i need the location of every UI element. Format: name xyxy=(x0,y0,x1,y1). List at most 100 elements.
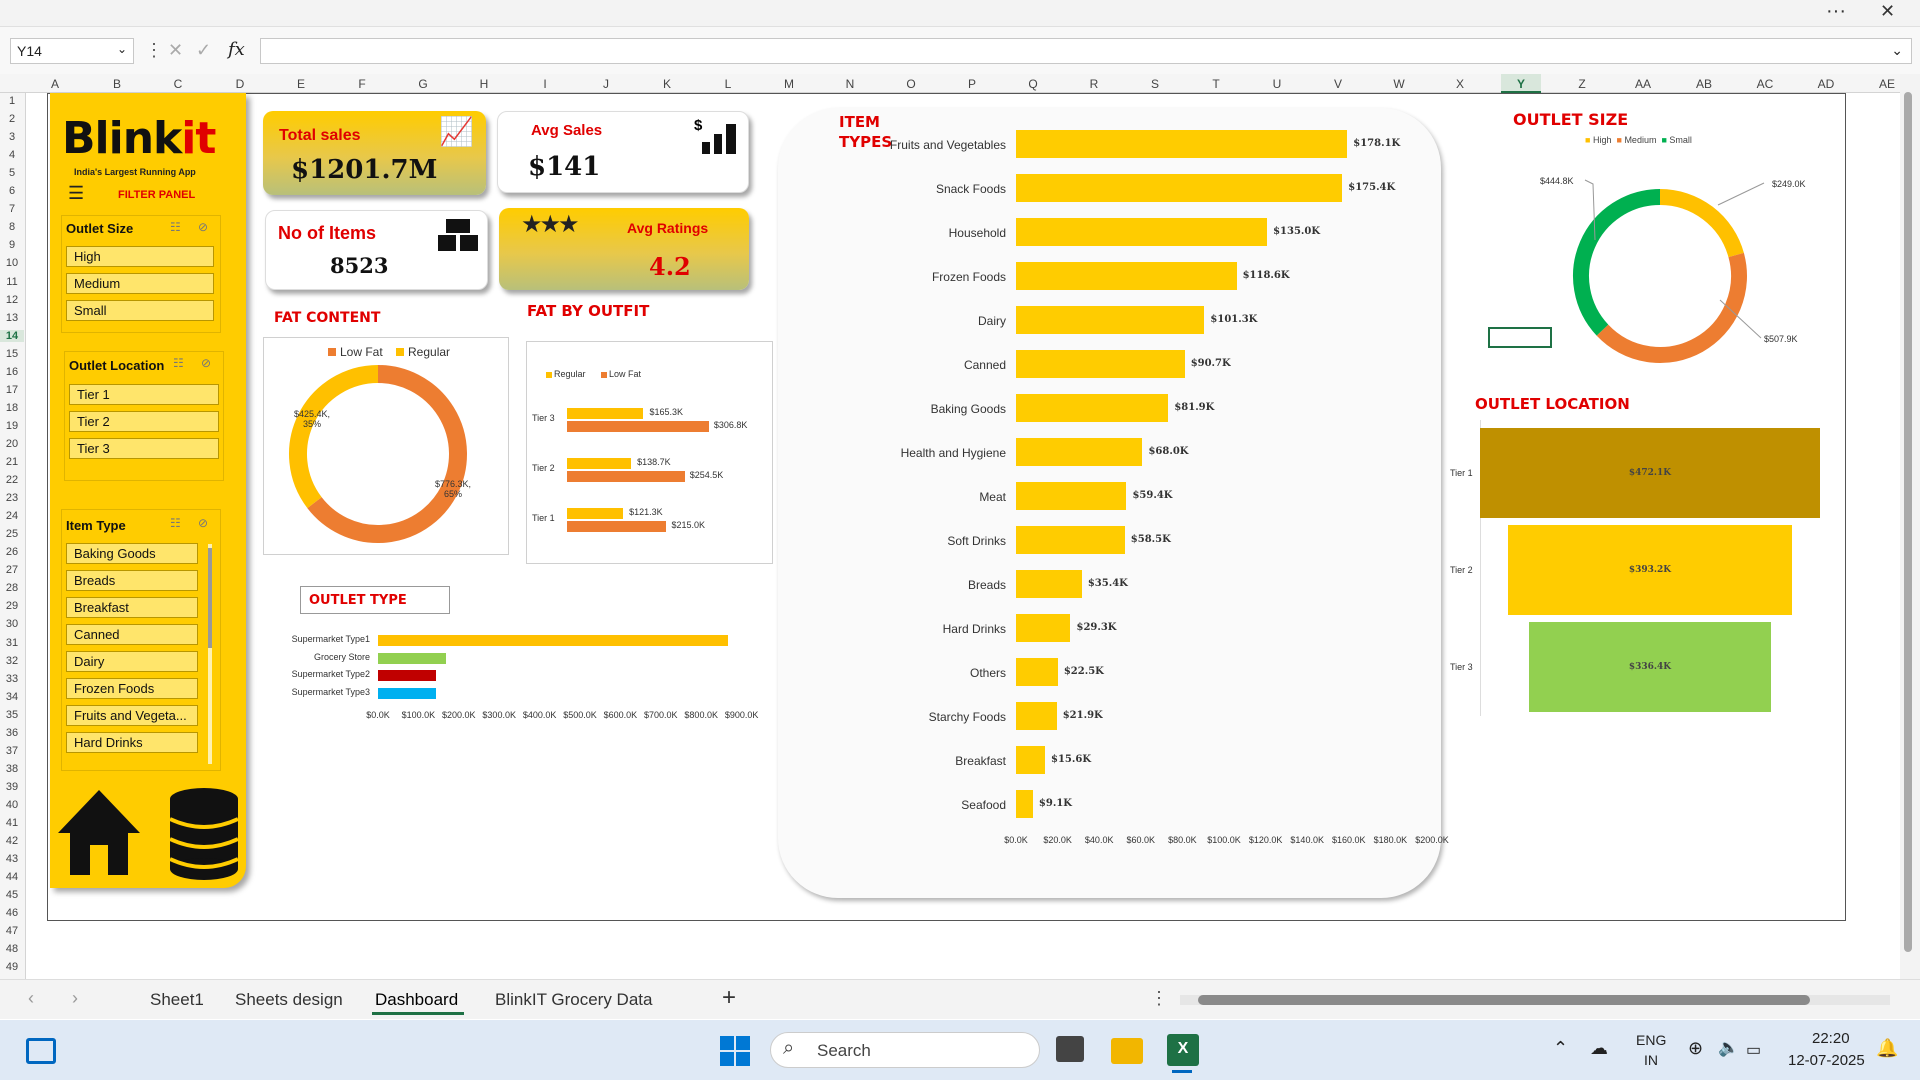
globe-icon[interactable]: ⊕ xyxy=(1688,1038,1703,1059)
cancel-icon[interactable]: ✕ xyxy=(168,40,183,61)
row-header: 10 xyxy=(5,257,19,270)
clock-time[interactable]: 22:20 xyxy=(1812,1030,1850,1047)
kebab-icon[interactable]: ⋮ xyxy=(145,40,163,61)
fat-content-donut xyxy=(289,365,467,543)
add-sheet-icon[interactable]: + xyxy=(722,984,736,1012)
network-cloud-icon[interactable]: ☁ xyxy=(1590,1038,1608,1059)
close-icon[interactable]: ✕ xyxy=(1880,1,1895,22)
category-label: Tier 2 xyxy=(1450,565,1473,575)
slicer-item[interactable]: Baking Goods xyxy=(66,543,198,564)
check-icon[interactable]: ✓ xyxy=(196,40,211,61)
category-label: Supermarket Type3 xyxy=(291,686,370,697)
slicer-item[interactable]: Hard Drinks xyxy=(66,732,198,753)
home-icon[interactable] xyxy=(54,785,144,881)
category-label: Breads xyxy=(967,578,1006,592)
language-code[interactable]: ENG xyxy=(1636,1032,1666,1048)
vertical-scrollbar[interactable] xyxy=(1900,74,1920,979)
slicer-item[interactable]: Breakfast xyxy=(66,597,198,618)
battery-icon[interactable]: ▭ xyxy=(1746,1040,1761,1060)
legend-label: High xyxy=(1592,135,1612,145)
slicer-item[interactable]: Breads xyxy=(66,570,198,591)
horizontal-scrollbar[interactable] xyxy=(1180,995,1890,1005)
slicer-item[interactable]: Canned xyxy=(66,624,198,645)
slicer-item[interactable]: Tier 1 xyxy=(69,384,219,405)
filter-panel-label: FILTER PANEL xyxy=(118,189,196,201)
task-view-icon[interactable] xyxy=(1056,1036,1084,1062)
clear-filter-icon[interactable]: ⊘ xyxy=(198,220,208,234)
name-box[interactable]: Y14 ⌄ xyxy=(10,38,134,64)
tab-sheet1[interactable]: Sheet1 xyxy=(150,990,204,1010)
excel-icon[interactable]: X xyxy=(1167,1034,1199,1066)
slicer-item[interactable]: Dairy xyxy=(66,651,198,672)
region-code[interactable]: IN xyxy=(1644,1052,1658,1068)
data-label: $59.4K xyxy=(1132,490,1173,501)
formula-input[interactable]: ⌄ xyxy=(260,38,1912,64)
bar xyxy=(378,652,446,664)
scroll-thumb[interactable] xyxy=(1198,995,1810,1005)
multi-select-icon[interactable]: ☷ xyxy=(173,356,184,370)
clear-filter-icon[interactable]: ⊘ xyxy=(198,516,208,530)
tick-label: $500.0K xyxy=(563,710,597,720)
column-header: T xyxy=(1212,77,1220,91)
tick-label: $600.0K xyxy=(603,710,638,720)
outlet-location-chart: Tier 1 $472.1K Tier 2 $393.2K Tier 3 $336.4K xyxy=(1440,420,1840,720)
tab-blinkit-grocery-data[interactable]: BlinkIT Grocery Data xyxy=(495,990,652,1010)
active-cell-y14[interactable] xyxy=(1488,327,1552,348)
multi-select-icon[interactable]: ☷ xyxy=(170,516,181,530)
more-horizontal-icon[interactable]: ··· xyxy=(1826,0,1846,23)
tick-label: $100.0K xyxy=(401,710,436,720)
slicer-item[interactable]: Small xyxy=(66,300,214,321)
file-explorer-icon[interactable] xyxy=(1111,1038,1143,1064)
column-header: I xyxy=(543,77,547,91)
row-header: 21 xyxy=(5,456,19,468)
function-icon[interactable]: fx xyxy=(228,39,245,60)
clock-date[interactable]: 12-07-2025 xyxy=(1788,1052,1865,1069)
kpi-total-sales: Total sales $1201.7M 📈 xyxy=(263,111,486,195)
kebab-icon[interactable]: ⋮ xyxy=(1150,988,1168,1009)
bar xyxy=(1016,218,1268,246)
kpi-no-of-items: No of Items 8523 xyxy=(265,210,488,290)
volume-icon[interactable]: 🔈 xyxy=(1718,1038,1739,1058)
expand-icon[interactable]: ⌄ xyxy=(1891,42,1903,59)
notification-bell-icon[interactable]: 🔔 xyxy=(1876,1038,1898,1059)
slicer-item[interactable]: Fruits and Vegeta... xyxy=(66,705,198,726)
column-header: S xyxy=(1150,77,1159,91)
slicer-scrollbar[interactable] xyxy=(208,544,212,764)
data-label: $101.3K xyxy=(1210,314,1258,325)
tab-dashboard[interactable]: Dashboard xyxy=(375,990,458,1010)
tab-sheets-design[interactable]: Sheets design xyxy=(235,990,343,1010)
database-icon[interactable] xyxy=(166,787,242,881)
tick-label: $0.0K xyxy=(366,710,390,720)
bar xyxy=(1016,394,1169,422)
bar xyxy=(567,521,667,532)
clear-filter-icon[interactable]: ⊘ xyxy=(201,356,211,370)
windows-start-icon[interactable] xyxy=(720,1036,750,1066)
row-header: 37 xyxy=(5,744,19,757)
slicer-item[interactable]: Tier 2 xyxy=(69,411,219,432)
next-sheet-icon[interactable]: › xyxy=(72,988,78,1009)
row-header: 9 xyxy=(8,239,16,252)
tagline: India's Largest Running App xyxy=(74,167,196,177)
bar xyxy=(567,408,644,419)
scroll-thumb[interactable] xyxy=(1904,92,1912,952)
chevron-up-icon[interactable]: ⌃ xyxy=(1553,1038,1568,1059)
chevron-down-icon[interactable]: ⌄ xyxy=(117,42,127,56)
column-header: F xyxy=(358,77,366,91)
slicer-item[interactable]: High xyxy=(66,246,214,267)
slicer-title: Outlet Location xyxy=(69,358,165,373)
column-header: A xyxy=(50,77,59,91)
category-label: Tier 3 xyxy=(532,413,555,423)
search-box[interactable]: ⌕ Search xyxy=(770,1032,1040,1068)
slicer-item[interactable]: Medium xyxy=(66,273,214,294)
column-header: X xyxy=(1455,77,1464,91)
slicer-title: Outlet Size xyxy=(66,221,134,236)
slicer-item[interactable]: Tier 3 xyxy=(69,438,219,459)
tick-label: $300.0K xyxy=(482,710,516,720)
svg-text:$: $ xyxy=(694,117,703,134)
widgets-icon[interactable] xyxy=(26,1038,56,1064)
prev-sheet-icon[interactable]: ‹ xyxy=(28,988,34,1009)
slicer-item[interactable]: Frozen Foods xyxy=(66,678,198,699)
category-label: Tier 3 xyxy=(1450,662,1473,672)
multi-select-icon[interactable]: ☷ xyxy=(170,220,181,234)
category-label: Frozen Foods xyxy=(931,270,1006,284)
